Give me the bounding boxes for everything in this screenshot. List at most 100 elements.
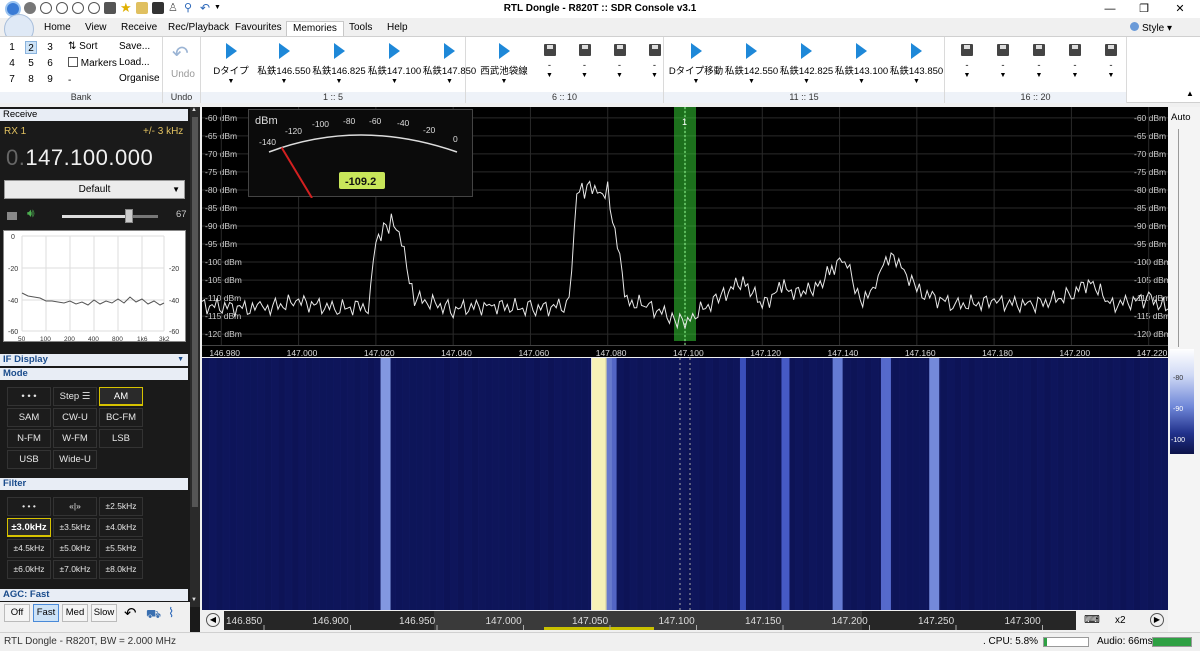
keyboard-icon[interactable]: ⌨ — [1084, 613, 1100, 626]
scroll-up-icon[interactable]: ▲ — [191, 107, 197, 113]
agc-undo-icon[interactable]: ↶ — [124, 604, 137, 622]
waterfall-noise-column — [898, 358, 907, 610]
mode-button[interactable]: CW-U — [53, 408, 97, 427]
filter-button[interactable]: ±5.0kHz — [53, 539, 97, 558]
memory-slot-button[interactable]: 私鉄142.825 ▼ — [779, 43, 834, 89]
mode-button[interactable]: LSB — [99, 429, 143, 448]
menu-view[interactable]: View — [79, 21, 113, 36]
chevron-down-icon: ▼ — [227, 78, 235, 85]
memory-slot-button[interactable]: 私鉄147.100 ▼ — [367, 43, 422, 89]
bank-3[interactable]: 3 — [44, 41, 56, 54]
memory-slot-button[interactable]: 西武池袋線 ▼ — [476, 43, 532, 89]
mode-button[interactable]: N-FM — [7, 429, 51, 448]
save-button[interactable]: Save... — [119, 41, 150, 52]
menu-receive[interactable]: Receive — [115, 21, 163, 36]
agc-button[interactable]: Off — [4, 604, 30, 622]
organise-button[interactable]: Organise — [119, 73, 160, 84]
menu-favourites[interactable]: Favourites — [229, 21, 288, 36]
load-button[interactable]: Load... — [119, 57, 150, 68]
menu-memories[interactable]: Memories — [286, 21, 344, 36]
memory-slot-button[interactable]: Dタイプ ▼ — [205, 43, 257, 89]
group-caption: 1 :: 5 — [201, 92, 465, 103]
ribbon-collapse-icon[interactable]: ▲ — [1186, 89, 1194, 98]
agc-button[interactable]: Med — [62, 604, 88, 622]
memory-slot-button[interactable]: 私鉄146.550 ▼ — [257, 43, 311, 89]
memory-slot-button[interactable]: 私鉄142.550 ▼ — [724, 43, 779, 89]
waterfall-noise-column — [671, 358, 679, 610]
if-display-header[interactable]: IF Display ▼ — [0, 354, 188, 366]
mode-button[interactable]: SAM — [7, 408, 51, 427]
filter-button[interactable]: ±5.5kHz — [99, 539, 143, 558]
bank-9[interactable]: 9 — [44, 73, 56, 86]
sort-button[interactable]: ⇅ Sort — [68, 41, 98, 52]
band-scale[interactable]: 146.850 146.900 146.950 147.000 147.050 147.1… — [224, 611, 1076, 630]
memory-slot-button[interactable]: - ▼ — [1093, 43, 1129, 89]
filter-button[interactable]: ±4.0kHz — [99, 518, 143, 537]
mode-button[interactable]: Wide-U — [53, 450, 97, 469]
scrollbar-thumb[interactable] — [192, 117, 198, 507]
right-gain-slider[interactable] — [1178, 129, 1188, 347]
undo-icon[interactable]: ↶ — [172, 41, 189, 66]
bank-6[interactable]: 6 — [44, 57, 56, 70]
waterfall-display[interactable] — [202, 358, 1169, 610]
waterfall-noise-column — [1064, 358, 1072, 610]
memory-slot-button[interactable]: 私鉄146.825 ▼ — [311, 43, 367, 89]
filter-button[interactable]: ±6.0kHz — [7, 560, 51, 579]
waterfall-color-scale[interactable]: -80 -90 -100 — [1170, 349, 1194, 454]
filter-button[interactable]: • • • — [7, 497, 51, 516]
speaker-icon[interactable]: 🔊︎ — [27, 206, 35, 221]
menu-rec-playback[interactable]: Rec/Playback — [162, 21, 235, 36]
memory-slot-button[interactable]: 私鉄143.100 ▼ — [834, 43, 889, 89]
mode-button[interactable]: • • • — [7, 387, 51, 406]
menu-help[interactable]: Help — [381, 21, 414, 36]
bank-4[interactable]: 4 — [6, 57, 18, 70]
bank-2[interactable]: 2 — [25, 41, 37, 54]
auto-button[interactable]: Auto — [1171, 112, 1191, 123]
mode-button[interactable]: W-FM — [53, 429, 97, 448]
preset-dropdown[interactable]: Default ▼ — [4, 180, 185, 199]
agc-car-icon[interactable]: ⛟ — [146, 607, 161, 623]
waterfall-noise-column — [905, 358, 914, 610]
bank-7[interactable]: 7 — [6, 73, 18, 86]
frequency-display[interactable]: 0.147.100.000 — [6, 145, 153, 171]
mode-button[interactable]: AM — [99, 387, 143, 406]
scroll-left-button[interactable]: ◀ — [206, 613, 220, 627]
bank-1[interactable]: 1 — [6, 41, 18, 54]
style-dropdown[interactable]: Style ▾ — [1130, 22, 1172, 34]
chevron-down-icon: ▼ — [616, 72, 623, 79]
mode-button[interactable]: USB — [7, 450, 51, 469]
mode-button[interactable]: Step ☰ — [53, 387, 97, 406]
agc-button[interactable]: Slow — [91, 604, 117, 622]
filter-button[interactable]: ±2.5kHz — [99, 497, 143, 516]
filter-button[interactable]: «|» — [53, 497, 97, 516]
maximize-button[interactable]: ❐ — [1124, 0, 1164, 18]
close-button[interactable]: ✕ — [1160, 0, 1200, 18]
undo-button[interactable]: Undo — [171, 69, 195, 80]
bank-8[interactable]: 8 — [25, 73, 37, 86]
memory-slot-button[interactable]: Dタイプ移動 ▼ — [668, 43, 724, 89]
scroll-right-button[interactable]: ▶ — [1150, 613, 1164, 627]
filter-button[interactable]: ±3.5kHz — [53, 518, 97, 537]
waterfall-noise-column — [967, 358, 976, 610]
status-bar: RTL Dongle - R820T, BW = 2.000 MHz . CPU… — [0, 632, 1200, 651]
filter-button[interactable]: ±8.0kHz — [99, 560, 143, 579]
filter-button[interactable]: ±4.5kHz — [7, 539, 51, 558]
agc-button[interactable]: Fast — [33, 604, 59, 622]
mode-button[interactable]: BC-FM — [99, 408, 143, 427]
zoom-button[interactable]: x2 — [1115, 615, 1126, 626]
menu-tools[interactable]: Tools — [343, 21, 378, 36]
volume-slider[interactable] — [62, 209, 158, 223]
scroll-down-icon[interactable]: ▼ — [191, 597, 197, 603]
memory-slot-button[interactable]: 私鉄143.850 ▼ — [889, 43, 944, 89]
chevron-down-icon: ▼ — [500, 78, 508, 85]
volume-thumb[interactable] — [125, 209, 134, 223]
markers-checkbox[interactable]: Markers — [68, 57, 117, 69]
bank-5[interactable]: 5 — [25, 57, 37, 70]
left-scrollbar[interactable]: ▲ ▼ — [190, 107, 200, 607]
spectrum-display[interactable]: -60 dBm -60 dBm -65 dBm -65 dBm -70 dBm -70 d… — [201, 107, 1171, 345]
filter-button[interactable]: ±7.0kHz — [53, 560, 97, 579]
agc-chart-icon[interactable]: ⌇ — [168, 605, 174, 621]
waterfall-noise-column — [1092, 358, 1100, 610]
filter-button[interactable]: ±3.0kHz — [7, 518, 51, 537]
menu-home[interactable]: Home — [38, 21, 77, 36]
